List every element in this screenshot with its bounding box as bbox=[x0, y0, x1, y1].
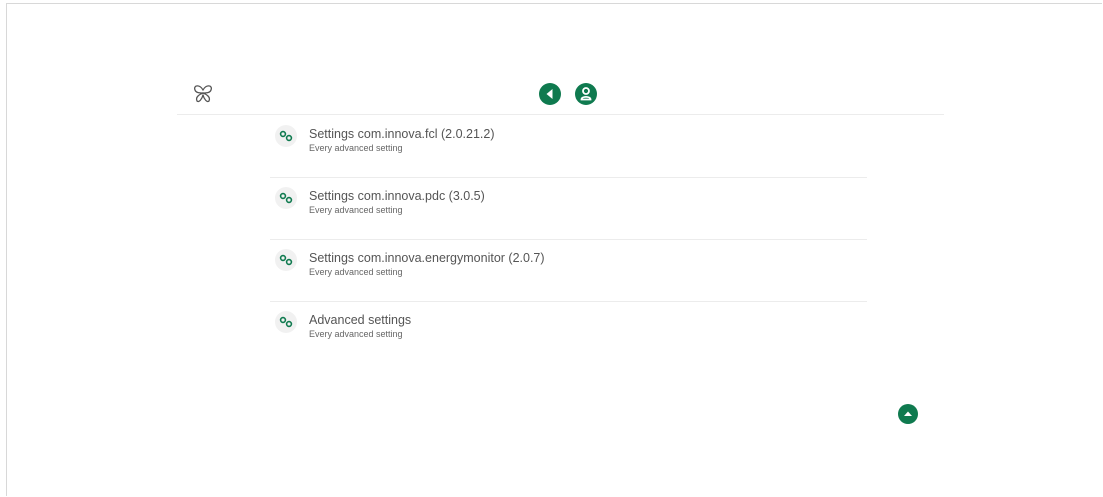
back-arrow-icon bbox=[539, 83, 561, 105]
gears-icon bbox=[275, 311, 297, 333]
butterfly-icon[interactable] bbox=[191, 82, 215, 106]
list-item-subtitle: Every advanced setting bbox=[309, 143, 403, 153]
list-item-subtitle: Every advanced setting bbox=[309, 267, 403, 277]
list-item-subtitle: Every advanced setting bbox=[309, 205, 403, 215]
caret-up-icon bbox=[898, 404, 918, 424]
list-item[interactable]: Settings com.innova.fcl (2.0.21.2) Every… bbox=[270, 116, 867, 178]
list-item-title: Advanced settings bbox=[309, 313, 412, 327]
user-icon bbox=[575, 83, 597, 105]
gears-icon bbox=[275, 187, 297, 209]
user-button[interactable] bbox=[575, 83, 597, 105]
settings-list: Settings com.innova.fcl (2.0.21.2) Every… bbox=[270, 116, 867, 364]
list-item-subtitle: Every advanced setting bbox=[309, 329, 403, 339]
scroll-to-top-button[interactable] bbox=[898, 404, 918, 424]
header-bar bbox=[177, 78, 944, 115]
list-item-title: Settings com.innova.fcl (2.0.21.2) bbox=[309, 127, 495, 141]
list-item[interactable]: Advanced settings Every advanced setting bbox=[270, 302, 867, 364]
gears-icon bbox=[275, 125, 297, 147]
list-item-title: Settings com.innova.energymonitor (2.0.7… bbox=[309, 251, 545, 265]
back-button[interactable] bbox=[539, 83, 561, 105]
list-item-title: Settings com.innova.pdc (3.0.5) bbox=[309, 189, 485, 203]
list-item[interactable]: Settings com.innova.energymonitor (2.0.7… bbox=[270, 240, 867, 302]
gears-icon bbox=[275, 249, 297, 271]
list-item[interactable]: Settings com.innova.pdc (3.0.5) Every ad… bbox=[270, 178, 867, 240]
